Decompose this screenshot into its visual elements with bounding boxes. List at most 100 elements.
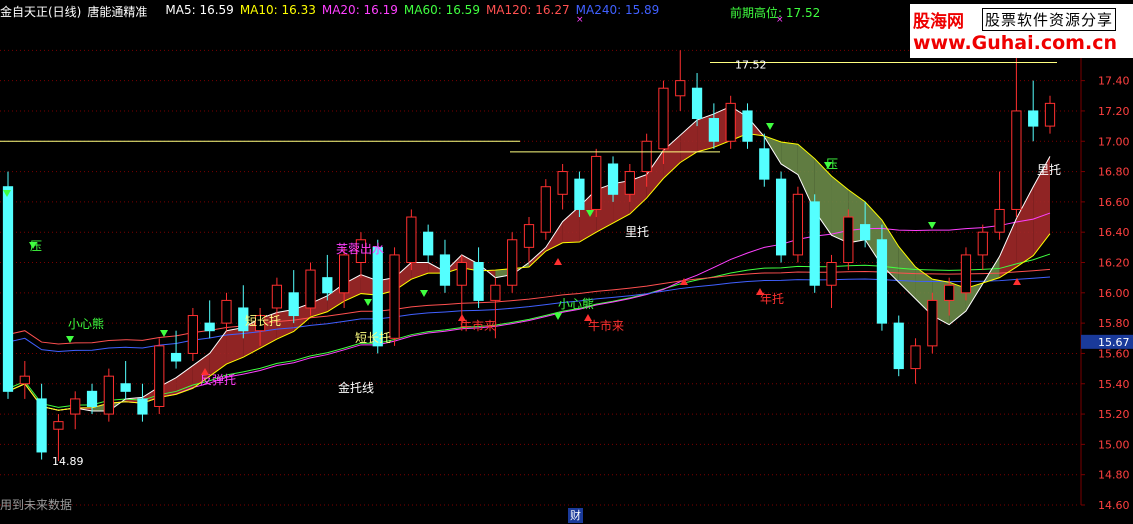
candle-body <box>70 398 81 415</box>
ma240-label: MA240: 15.89 <box>575 3 660 17</box>
candle-body <box>557 171 568 195</box>
candle-body <box>759 148 770 180</box>
y-tick-label: 17.20 <box>1098 105 1130 118</box>
candle-body <box>708 118 719 142</box>
signal-label: 牛市来 <box>588 318 624 333</box>
candle-body <box>994 208 1005 233</box>
candle-body <box>944 284 955 301</box>
candle-body <box>170 352 182 362</box>
signal-label: 里托 <box>1037 163 1061 177</box>
candle-body <box>423 231 434 256</box>
candle-body <box>456 262 467 286</box>
footer-note: 用到未来数据 <box>0 498 73 512</box>
candle-body <box>927 299 938 347</box>
candle-body <box>775 178 787 256</box>
signal-label: 反弹托 <box>200 373 236 387</box>
ma10-label: MA10: 16.33 <box>239 3 316 17</box>
signal-label: 芙蓉出水 <box>336 242 384 256</box>
high-price-label: 17.52 <box>735 58 767 71</box>
candle-body <box>271 284 283 309</box>
buy-arrow-icon <box>458 314 466 321</box>
candle-body <box>725 102 736 142</box>
candle-body <box>339 254 350 294</box>
candle-body <box>53 421 64 430</box>
candle-body <box>574 178 585 210</box>
candle-body <box>204 322 215 332</box>
candle-body <box>742 110 753 142</box>
candle-body <box>876 239 888 324</box>
candle-body <box>893 322 904 370</box>
candle-body <box>221 299 232 324</box>
logo-text-sub: 股票软件资源分享 <box>982 8 1117 31</box>
y-tick-label: 15.60 <box>1098 347 1130 360</box>
candle-body <box>19 375 30 385</box>
candle-body <box>187 315 198 354</box>
candle-body <box>1028 110 1039 127</box>
candle-body <box>523 224 535 248</box>
candle-body <box>540 186 551 233</box>
candle-body <box>2 186 14 392</box>
candle-body <box>792 193 804 256</box>
prev-high-label: 前期高位: 17.52 <box>730 6 821 20</box>
sell-arrow-icon <box>160 330 168 337</box>
sell-arrow-icon <box>66 336 74 343</box>
sell-arrow-icon <box>420 290 428 297</box>
candle-body <box>86 390 98 407</box>
signal-label: 小心熊 <box>68 316 104 331</box>
signal-label: 里托 <box>625 225 649 239</box>
candle-body <box>1044 102 1056 127</box>
ma-ribbon-segment <box>562 206 580 243</box>
candle-body <box>103 375 114 415</box>
ma5-label: MA5: 16.59 <box>165 3 234 17</box>
candle-body <box>322 277 333 294</box>
candle-body <box>860 224 871 241</box>
y-tick-label: 14.80 <box>1098 469 1130 482</box>
signal-label: 金托线 <box>338 380 374 395</box>
indicator-name: 唐能通精准 <box>87 5 148 19</box>
logo-text-main: 股海网 <box>913 12 964 32</box>
candle-body <box>305 269 316 309</box>
candle-body <box>910 345 921 370</box>
signal-label: 短长托 <box>355 331 391 345</box>
y-tick-label: 16.00 <box>1098 287 1130 300</box>
ma20-label: MA20: 16.19 <box>321 3 398 17</box>
y-tick-label: 15.20 <box>1098 408 1130 421</box>
candle-body <box>120 383 131 392</box>
buy-arrow-icon <box>554 258 562 265</box>
candle-body <box>624 171 635 195</box>
candle-body <box>843 216 854 263</box>
y-tick-label: 17.00 <box>1098 135 1130 148</box>
ma-ribbon-segment <box>680 120 698 163</box>
y-tick-label: 17.40 <box>1098 75 1130 88</box>
candle-body <box>36 398 47 453</box>
logo-url: www.Guhai.com.cn <box>913 32 1117 54</box>
candle-body <box>809 201 820 286</box>
y-tick-label: 16.80 <box>1098 166 1130 179</box>
y-tick-label: 15.40 <box>1098 378 1130 391</box>
candle-body <box>607 163 619 195</box>
sell-arrow-icon <box>364 299 372 306</box>
y-tick-label: 16.40 <box>1098 226 1130 239</box>
y-tick-label: 16.60 <box>1098 196 1130 209</box>
candle-body <box>591 155 602 210</box>
y-tick-label: 15.80 <box>1098 317 1130 330</box>
finance-badge[interactable]: 财 <box>568 508 583 523</box>
signal-label: 年托 <box>760 292 784 306</box>
candle-body <box>406 216 417 263</box>
candle-body <box>473 262 484 301</box>
site-logo: 股海网 股票软件资源分享 www.Guhai.com.cn <box>910 4 1133 58</box>
candlestick-chart[interactable]: 17.6017.4017.2017.0016.8016.6016.4016.20… <box>0 0 1133 524</box>
chart-header: 金自天正(日线) 唐能通精准 MA5: 16.59 MA10: 16.33 MA… <box>0 3 665 21</box>
candle-body <box>691 87 703 120</box>
candle-body <box>658 87 669 150</box>
candle-body <box>641 140 652 173</box>
low-price-label: 14.89 <box>52 455 84 468</box>
ma60-label: MA60: 16.59 <box>403 3 480 17</box>
y-tick-label: 16.20 <box>1098 257 1130 270</box>
candle-body <box>675 80 686 97</box>
y-tick-label: 14.60 <box>1098 499 1130 512</box>
candle-body <box>507 239 518 286</box>
signal-label: 小心熊 <box>558 296 594 311</box>
candle-body <box>137 398 148 415</box>
buy-arrow-icon <box>584 314 592 321</box>
